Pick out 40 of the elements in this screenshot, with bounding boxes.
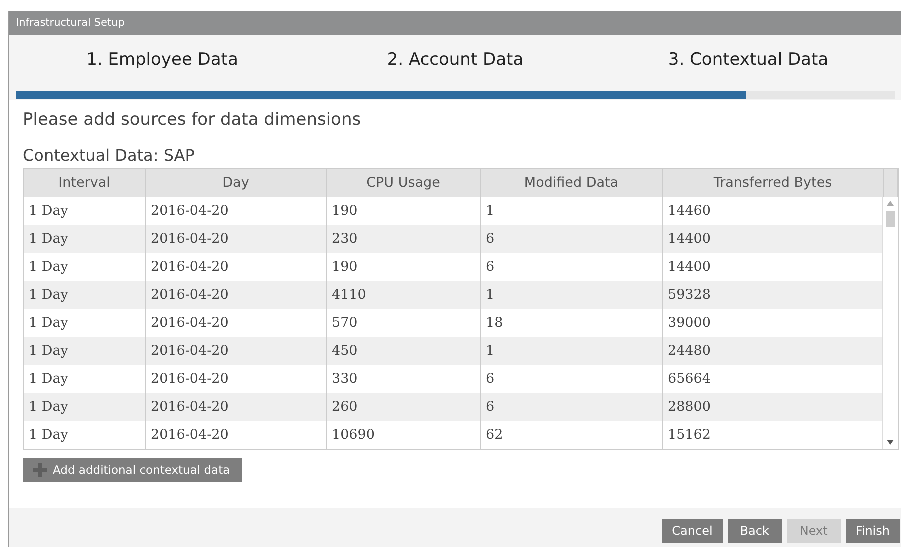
- table-cell: 6: [481, 225, 663, 253]
- plus-icon: [33, 463, 47, 477]
- scrollbar[interactable]: [882, 197, 898, 449]
- subheading: Contextual Data: SAP: [23, 146, 196, 167]
- footer-button[interactable]: Back: [728, 519, 782, 543]
- scroll-up-icon[interactable]: [887, 201, 894, 206]
- table-cell: 6: [481, 393, 663, 421]
- window-title: Infrastructural Setup: [16, 17, 125, 29]
- column-header: Modified Data: [481, 169, 663, 197]
- table-cell: 28800: [663, 393, 884, 421]
- table-cell: 24480: [663, 337, 884, 365]
- step-label: 1. Employee Data: [86, 50, 240, 70]
- table-cell: 1 Day: [24, 393, 146, 421]
- table-cell: 450: [327, 337, 481, 365]
- table-cell: 2016-04-20: [146, 393, 327, 421]
- table-cell: 260: [327, 393, 481, 421]
- table-cell: 1 Day: [24, 225, 146, 253]
- footer-button[interactable]: Finish: [846, 519, 900, 543]
- table-cell: 2016-04-20: [146, 337, 327, 365]
- step-label: 3. Contextual Data: [667, 50, 830, 70]
- table-cell: 2016-04-20: [146, 281, 327, 309]
- table-cell: 4110: [327, 281, 481, 309]
- add-data-button[interactable]: Add additional contextual data: [23, 458, 242, 482]
- footer-button[interactable]: Cancel: [662, 519, 723, 543]
- column-header: Interval: [24, 169, 146, 197]
- heading: Please add sources for data dimensions: [23, 110, 362, 132]
- table-cell: 1 Day: [24, 337, 146, 365]
- table-cell: 230: [327, 225, 481, 253]
- table-cell: 1: [481, 337, 663, 365]
- step-label: 2. Account Data: [386, 50, 525, 70]
- table-cell: 1: [481, 281, 663, 309]
- scroll-down-icon[interactable]: [887, 440, 894, 445]
- column-header: CPU Usage: [327, 169, 481, 197]
- table-cell: 1 Day: [24, 281, 146, 309]
- table-cell: 14400: [663, 225, 884, 253]
- table-cell: 2016-04-20: [146, 225, 327, 253]
- column-header: Transferred Bytes: [663, 169, 884, 197]
- scroll-thumb[interactable]: [886, 211, 895, 227]
- column-header: Day: [146, 169, 327, 197]
- table-cell: 59328: [663, 281, 884, 309]
